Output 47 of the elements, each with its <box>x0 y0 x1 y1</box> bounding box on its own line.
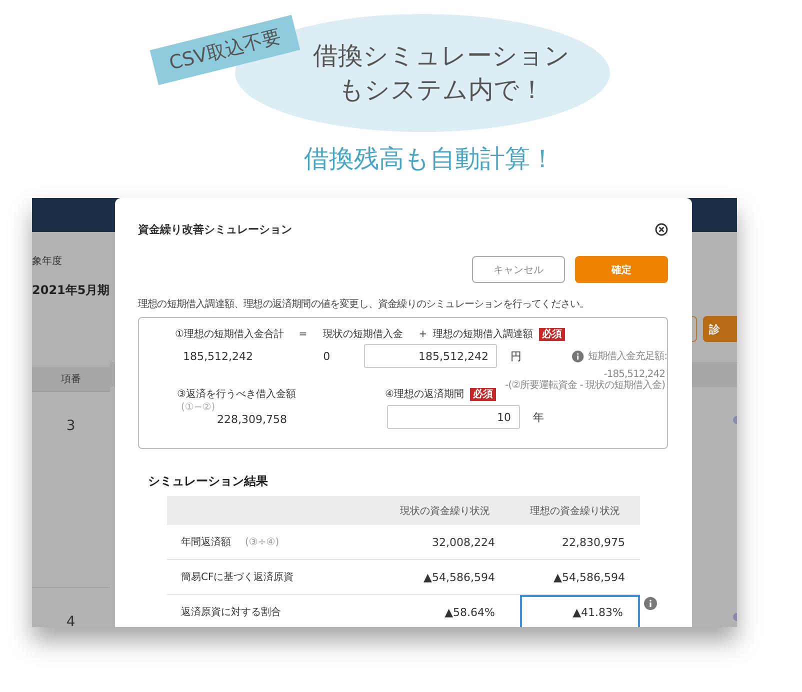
row-label: 年間返済額 <box>181 536 231 549</box>
table-cell: 22,830,975 <box>510 525 640 560</box>
confirm-button[interactable]: 確定 <box>575 256 668 283</box>
table-cell: 32,008,224 <box>380 525 510 560</box>
promo-subheading: 借換残高も自動計算！ <box>304 143 555 175</box>
instruction-text: 理想の短期借入調達額、理想の返済期間の値を変更し、資金繰りのシミュレーションを行ってください。 <box>138 298 590 311</box>
column-header: 理想の資金繰り状況 <box>510 496 640 525</box>
row-label: 簡易CFに基づく返済原資 <box>181 570 294 584</box>
info-icon[interactable] <box>644 597 657 610</box>
formula-text: (③÷④) <box>245 536 280 548</box>
current-value: 0 <box>322 350 332 362</box>
section-title: シミュレーション結果 <box>148 473 269 490</box>
required-badge: 必須 <box>470 388 496 400</box>
note-label: 短期借入金充足額: <box>588 350 667 363</box>
field-label: 現状の短期借入金 <box>323 328 404 341</box>
field-label: 理想の短期借入調達額 <box>433 328 533 341</box>
table-cell: ▲54,586,594 <box>380 560 510 595</box>
modal-title: 資金繰り改善シミュレーション <box>138 222 292 237</box>
repay-value: 228,309,758 <box>217 413 288 426</box>
period-input[interactable]: 10 <box>387 405 520 429</box>
note-formula: -(②所要運転資金 - 現状の短期借入金) <box>505 380 665 391</box>
table-cell: ▲58.64% <box>380 595 510 627</box>
close-icon[interactable] <box>655 223 668 236</box>
formula-text: (①−②) <box>181 402 216 413</box>
row-label: 返済原資に対する割合 <box>181 606 281 619</box>
period-value: 2021年5月期 <box>32 282 110 299</box>
plus-sign: + <box>418 328 428 340</box>
amount-input[interactable]: 185,512,242 <box>364 344 498 368</box>
equals-sign: = <box>298 328 308 340</box>
row-number: 3 <box>32 392 110 588</box>
column-header: 現状の資金繰り状況 <box>380 496 510 525</box>
column-header: 項番 <box>32 367 110 392</box>
unit-label: 年 <box>533 410 544 424</box>
row-number: 4 <box>32 588 110 627</box>
field-label: ①理想の短期借入金合計 <box>175 328 283 341</box>
note-value: -185,512,242 <box>604 369 665 380</box>
table-cell: ▲41.83% <box>520 595 640 627</box>
table-cell: ▲54,586,594 <box>510 560 640 595</box>
cancel-button[interactable]: キャンセル <box>472 256 565 283</box>
total-value: 185,512,242 <box>183 350 254 362</box>
unit-label: 円 <box>510 348 522 364</box>
period-label: 象年度 <box>32 254 63 268</box>
field-label: ③返済を行うべき借入金額 <box>177 388 297 401</box>
required-badge: 必須 <box>539 328 565 340</box>
info-icon[interactable] <box>572 350 584 362</box>
field-label: ④理想の返済期間 <box>385 388 464 401</box>
diagnose-button[interactable]: 診 <box>702 316 737 342</box>
